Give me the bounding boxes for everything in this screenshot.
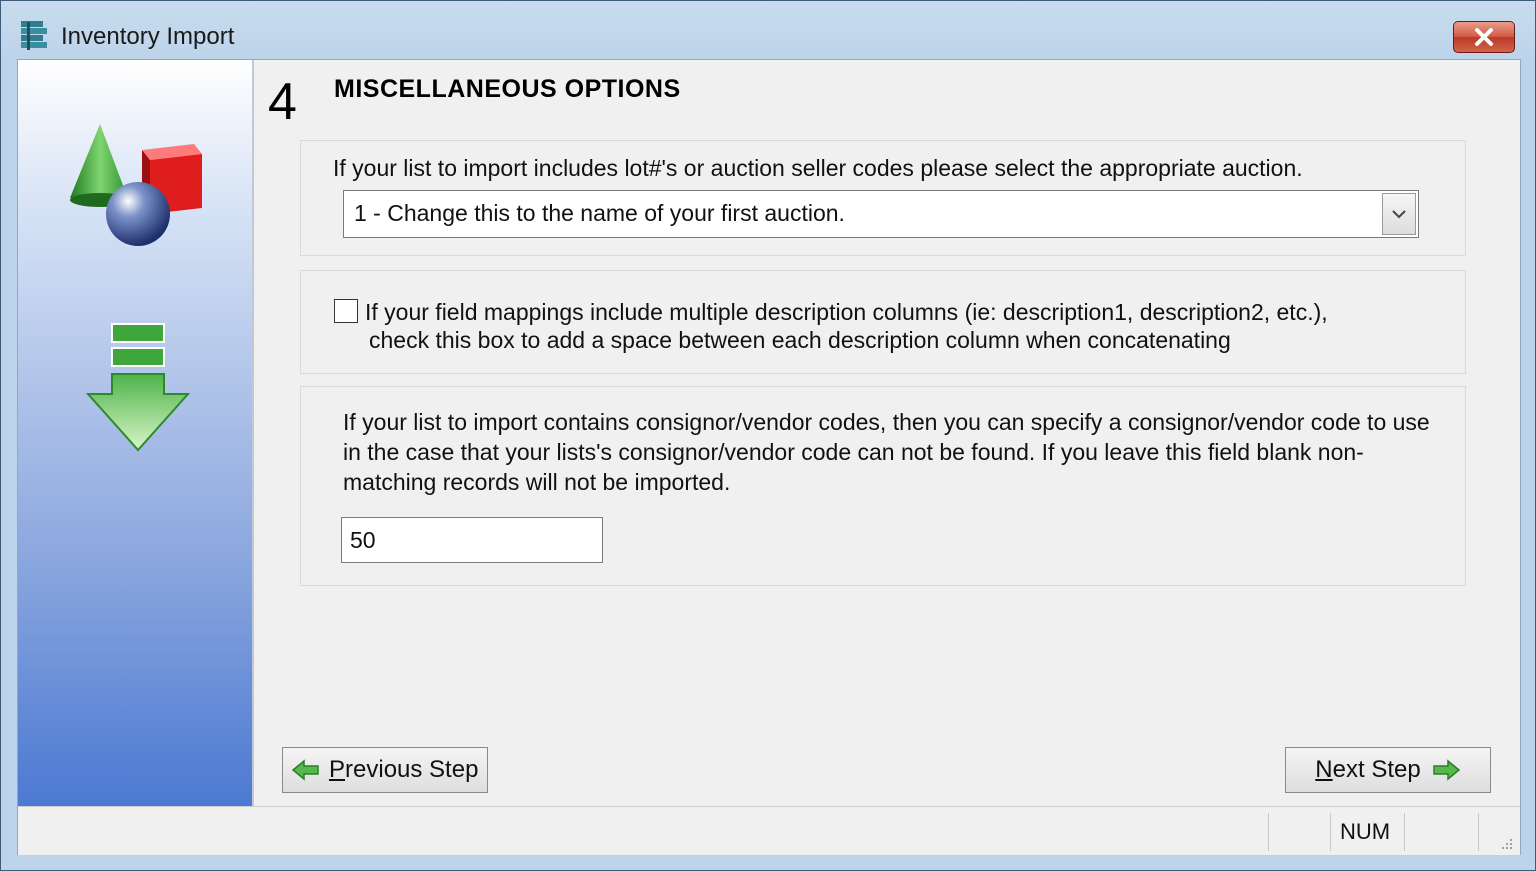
next-step-mnemonic: N bbox=[1315, 756, 1333, 783]
shapes-icon bbox=[70, 124, 202, 246]
wizard-client-area: 4 MISCELLANEOUS OPTIONS If your list to … bbox=[17, 59, 1521, 855]
dropdown-button[interactable] bbox=[1382, 193, 1416, 235]
chevron-down-icon bbox=[1392, 210, 1406, 219]
auction-panel: If your list to import includes lot#'s o… bbox=[300, 140, 1466, 256]
step-number: 4 bbox=[268, 73, 297, 131]
status-divider bbox=[1268, 813, 1269, 851]
status-divider bbox=[1404, 813, 1405, 851]
close-button[interactable] bbox=[1453, 21, 1515, 53]
close-icon bbox=[1475, 28, 1493, 46]
checkbox-label-line2: check this box to add a space between ea… bbox=[369, 327, 1231, 353]
previous-step-label: revious Step bbox=[345, 756, 479, 783]
wizard-main-content: 4 MISCELLANEOUS OPTIONS If your list to … bbox=[254, 60, 1520, 806]
arrow-right-icon bbox=[1432, 759, 1460, 781]
previous-step-mnemonic: P bbox=[329, 756, 346, 783]
num-lock-indicator: NUM bbox=[1340, 819, 1391, 844]
next-step-button[interactable]: Next Step bbox=[1285, 747, 1491, 793]
status-bar: NUM bbox=[18, 806, 1520, 855]
add-space-checkbox-label[interactable]: If your field mappings include multiple … bbox=[365, 298, 1328, 354]
status-divider bbox=[1478, 813, 1479, 851]
description-panel: If your field mappings include multiple … bbox=[300, 270, 1466, 374]
section-title: MISCELLANEOUS OPTIONS bbox=[334, 75, 681, 103]
consignor-panel: If your list to import contains consigno… bbox=[300, 386, 1466, 586]
arrow-left-icon bbox=[291, 759, 319, 781]
wizard-sidebar bbox=[18, 60, 254, 806]
status-divider bbox=[1330, 813, 1331, 851]
inventory-app-icon bbox=[21, 21, 47, 50]
consignor-description: If your list to import contains consigno… bbox=[343, 409, 1430, 495]
default-consignor-code-input[interactable] bbox=[341, 517, 603, 563]
add-space-checkbox[interactable] bbox=[334, 299, 358, 323]
auction-dropdown[interactable]: 1 - Change this to the name of your firs… bbox=[343, 190, 1419, 238]
previous-step-button[interactable]: Previous Step bbox=[282, 747, 488, 793]
auction-label: If your list to import includes lot#'s o… bbox=[333, 155, 1303, 181]
resize-grip-icon[interactable] bbox=[1498, 835, 1514, 851]
next-step-label: ext Step bbox=[1332, 756, 1421, 783]
auction-dropdown-value: 1 - Change this to the name of your firs… bbox=[354, 200, 845, 226]
import-arrow-icon bbox=[85, 323, 191, 452]
title-bar[interactable]: Inventory Import bbox=[1, 1, 1535, 59]
inventory-import-window: Inventory Import 4 MISCELLANEOUS OPTIONS… bbox=[0, 0, 1536, 871]
checkbox-label-line1: If your field mappings include multiple … bbox=[365, 299, 1328, 325]
window-title: Inventory Import bbox=[61, 23, 235, 50]
